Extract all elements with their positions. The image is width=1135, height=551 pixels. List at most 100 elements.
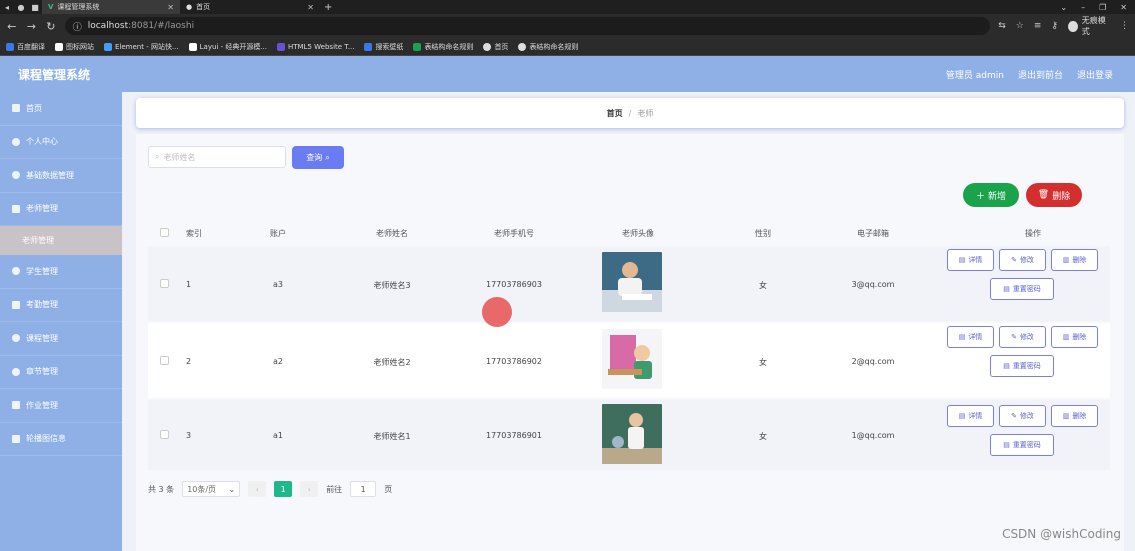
reset-password-button[interactable]: ▤ 重置密码 — [990, 355, 1054, 377]
tab-title: 课程管理系统 — [57, 3, 100, 11]
teacher-name-search-input[interactable]: ⌕ 老师姓名 — [148, 146, 286, 168]
key-icon[interactable]: ⚷ — [1051, 21, 1058, 31]
bookmark[interactable]: 表结构命名规则 — [518, 42, 578, 52]
cell-index: 3 — [186, 431, 192, 440]
sidebar-item-homework[interactable]: 作业管理 — [0, 389, 122, 423]
bookmark[interactable]: Element - 网站快... — [104, 42, 179, 52]
bookmark-icon — [6, 42, 14, 51]
row-checkbox[interactable] — [160, 356, 169, 365]
sidebar-subitem-teachers[interactable]: 老师管理 — [0, 226, 122, 255]
sidebar-item-carousel[interactable]: 轮播图信息 — [0, 423, 122, 456]
select-all-checkbox[interactable] — [160, 227, 169, 237]
edit-button[interactable]: ✎ 修改 — [999, 249, 1046, 271]
url-field[interactable]: ⓘ localhost:8081/#/laoshi — [64, 17, 991, 35]
chart-icon — [12, 401, 20, 410]
tab-search-icon[interactable]: ◂ — [0, 0, 14, 14]
back-icon[interactable]: ← — [6, 20, 18, 33]
incognito-badge[interactable]: 无痕模式 — [1067, 15, 1110, 37]
admin-label: 管理员 admin — [945, 70, 1004, 81]
menu-icon[interactable]: ⋮ — [1120, 21, 1129, 31]
edit-button[interactable]: ✎ 修改 — [999, 405, 1046, 427]
bookmark[interactable]: 图标网站 — [55, 42, 94, 52]
column-header: 老师姓名 — [376, 228, 408, 238]
forward-icon[interactable]: → — [26, 20, 38, 33]
html5-icon — [277, 42, 286, 51]
close-icon[interactable]: ✕ — [167, 3, 174, 12]
vue-logo-icon: V — [48, 3, 54, 11]
column-header: 老师手机号 — [494, 228, 534, 238]
home-icon — [12, 104, 20, 113]
next-page-button[interactable]: › — [300, 481, 319, 497]
remove-button[interactable]: ▥ 删除 — [1051, 326, 1098, 348]
reset-label: 重置密码 — [1012, 285, 1041, 293]
add-button[interactable]: ＋ 新增 — [963, 183, 1019, 207]
detail-button[interactable]: ▤ 详情 — [947, 249, 994, 271]
sidebar-item-attendance[interactable]: 考勤管理 — [0, 289, 122, 322]
star-icon[interactable]: ☆ — [1016, 21, 1024, 31]
breadcrumb-home[interactable]: 首页 — [607, 108, 623, 119]
browser-tab-bar: ◂ ● ■ V 课程管理系统 ✕ ● 首页 ✕ + ⌄ – ❐ ✕ — [0, 0, 1135, 14]
table-row: 1 a3 老师姓名3 17703786903 女 3@qq.com ▤ 详情 ✎ 修… — [148, 246, 1110, 321]
bookmark[interactable]: HTML5 Website T... — [277, 42, 354, 51]
pencil-icon: ✎ — [1011, 412, 1017, 420]
edit-label: 修改 — [1019, 333, 1034, 341]
pencil-icon: ✎ — [1011, 333, 1017, 341]
logout-link[interactable]: 退出登录 — [1077, 68, 1113, 81]
globe-icon: ● — [17, 2, 25, 12]
sidebar-item-chapters[interactable]: 章节管理 — [0, 356, 122, 389]
trash-icon: ▥ — [1062, 412, 1070, 420]
wallpaper-icon — [364, 42, 373, 51]
minimize-icon[interactable]: – — [1081, 3, 1085, 12]
toolbar-right: ⇆ ☆ ≡ ⚷ 无痕模式 ⋮ — [998, 15, 1129, 37]
goto-label: 前往 — [326, 484, 343, 494]
total-count: 共 3 条 — [148, 484, 175, 494]
row-checkbox[interactable] — [160, 279, 169, 288]
reload-icon[interactable]: ↻ — [45, 20, 57, 33]
reading-list-icon[interactable]: ≡ — [1034, 21, 1042, 31]
sidebar-item-label: 个人中心 — [26, 137, 58, 147]
page-size-select[interactable]: 10条/页 ⌄ — [182, 481, 241, 497]
sidebar-item-profile[interactable]: 个人中心 — [0, 126, 122, 159]
tab-home[interactable]: ● 首页 ✕ — [180, 0, 320, 14]
sidebar-item-base-data[interactable]: 基础数据管理 — [0, 159, 122, 193]
sidebar-item-home[interactable]: 首页 — [0, 92, 122, 126]
reset-password-button[interactable]: ▤ 重置密码 — [990, 278, 1054, 300]
bookmark[interactable]: 百度翻译 — [6, 42, 45, 52]
remove-button[interactable]: ▥ 删除 — [1051, 249, 1098, 271]
tab-course-system[interactable]: V 课程管理系统 ✕ — [42, 0, 180, 14]
goto-page-input[interactable]: 1 — [350, 481, 377, 497]
globe-icon — [518, 42, 527, 51]
close-icon[interactable]: ✕ — [307, 3, 314, 12]
sidebar-item-courses[interactable]: 课程管理 — [0, 322, 122, 356]
translate-icon[interactable]: ⇆ — [998, 21, 1006, 31]
document-icon: ▤ — [958, 256, 966, 264]
exit-to-front-link[interactable]: 退出到前台 — [1018, 68, 1063, 81]
prev-page-button[interactable]: ‹ — [248, 481, 267, 497]
row-checkbox[interactable] — [160, 430, 169, 439]
detail-button[interactable]: ▤ 详情 — [947, 405, 994, 427]
detail-button[interactable]: ▤ 详情 — [947, 326, 994, 348]
bookmark[interactable]: Layui - 经典开源模... — [188, 42, 267, 52]
bookmark[interactable]: 表结构命名规则 — [413, 42, 473, 52]
bookmark[interactable]: 搜索壁纸 — [364, 42, 403, 52]
close-icon[interactable]: ✕ — [1120, 3, 1127, 12]
page-number[interactable]: 1 — [274, 481, 293, 497]
sidebar-item-teachers[interactable]: 老师管理 — [0, 193, 122, 226]
chevron-down-icon[interactable]: ⌄ — [1060, 3, 1067, 12]
search-button[interactable]: 查询 ⌕ — [292, 146, 344, 169]
browser-address-bar: ← → ↻ ⓘ localhost:8081/#/laoshi ⇆ ☆ ≡ ⚷ … — [0, 14, 1135, 38]
sidebar-item-label: 基础数据管理 — [26, 170, 74, 180]
bookmark-label: Element - 网站快... — [115, 42, 179, 51]
incognito-label: 无痕模式 — [1081, 16, 1106, 36]
sidebar-item-students[interactable]: 学生管理 — [0, 255, 122, 289]
table-row: 2 a2 老师姓名2 17703786902 女 2@qq.com ▤ 详情 ✎ 修… — [148, 323, 1110, 398]
new-tab-icon[interactable]: + — [324, 2, 332, 13]
sidebar: 首页 个人中心 基础数据管理 老师管理 老师管理 学生管理 考勤管理 课程管理 … — [0, 92, 122, 551]
restore-icon[interactable]: ❐ — [1099, 3, 1106, 12]
remove-button[interactable]: ▥ 删除 — [1051, 405, 1098, 427]
delete-button[interactable]: 🗑 删除 — [1026, 183, 1082, 207]
user-icon — [12, 137, 20, 146]
reset-password-button[interactable]: ▤ 重置密码 — [990, 434, 1054, 456]
edit-button[interactable]: ✎ 修改 — [999, 326, 1046, 348]
bookmark[interactable]: 首页 — [483, 42, 508, 52]
